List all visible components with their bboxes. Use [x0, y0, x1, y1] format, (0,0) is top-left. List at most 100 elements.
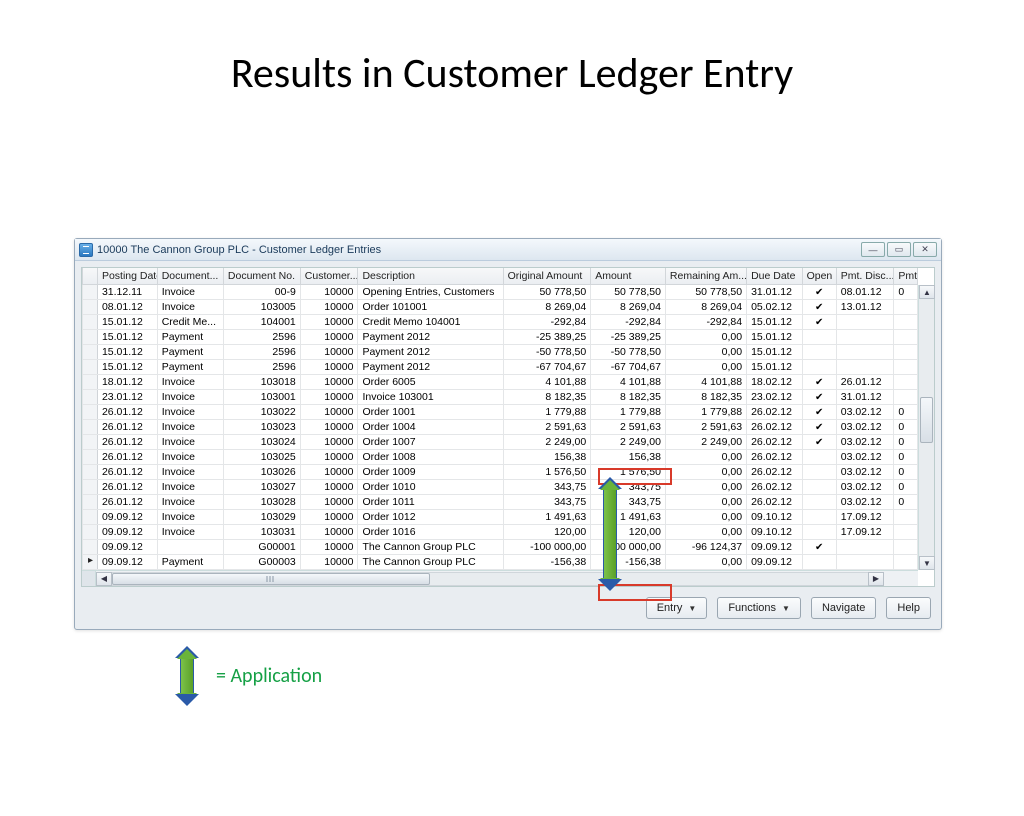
cell[interactable]: 0,00 — [665, 480, 746, 495]
cell[interactable]: 0,00 — [665, 495, 746, 510]
cell[interactable]: 26.02.12 — [747, 405, 803, 420]
table-row[interactable]: 15.01.12Payment259610000Payment 2012-25 … — [83, 330, 918, 345]
cell[interactable]: -292,84 — [591, 315, 666, 330]
cell[interactable]: 2596 — [223, 345, 300, 360]
cell[interactable] — [894, 540, 918, 555]
cell[interactable]: 10000 — [300, 375, 358, 390]
close-button[interactable]: ✕ — [913, 242, 937, 257]
vscroll-thumb[interactable] — [920, 397, 933, 443]
table-row[interactable]: 31.12.11Invoice00-910000Opening Entries,… — [83, 285, 918, 300]
table-row[interactable]: 26.01.12Invoice10302310000Order 10042 59… — [83, 420, 918, 435]
cell[interactable] — [802, 345, 836, 360]
cell[interactable]: 26.02.12 — [747, 420, 803, 435]
cell[interactable]: 26.01.12 — [97, 420, 157, 435]
cell[interactable]: 1 779,88 — [591, 405, 666, 420]
cell[interactable] — [802, 540, 836, 555]
horizontal-scrollbar[interactable]: ◀ ▶ — [82, 570, 918, 586]
cell[interactable] — [894, 345, 918, 360]
cell[interactable]: -25 389,25 — [591, 330, 666, 345]
col-header[interactable]: Remaining Am... — [665, 268, 746, 285]
cell[interactable]: 17.09.12 — [836, 525, 894, 540]
cell[interactable]: 09.09.12 — [747, 555, 803, 570]
cell[interactable]: Payment — [157, 345, 223, 360]
cell[interactable] — [802, 300, 836, 315]
cell[interactable] — [83, 450, 98, 465]
cell[interactable]: 26.01.12 — [97, 465, 157, 480]
col-header[interactable]: Document No. — [223, 268, 300, 285]
cell[interactable]: 15.01.12 — [747, 330, 803, 345]
cell[interactable] — [894, 360, 918, 375]
ledger-grid[interactable]: Posting DateDocument...Document No.Custo… — [81, 267, 935, 587]
cell[interactable]: 03.02.12 — [836, 405, 894, 420]
col-header[interactable] — [83, 268, 98, 285]
cell[interactable] — [802, 360, 836, 375]
cell[interactable]: 0 — [894, 285, 918, 300]
cell[interactable] — [83, 480, 98, 495]
cell[interactable]: Order 1007 — [358, 435, 503, 450]
col-header[interactable]: Open — [802, 268, 836, 285]
cell[interactable]: 31.12.11 — [97, 285, 157, 300]
cell[interactable]: 08.01.12 — [836, 285, 894, 300]
vertical-scrollbar[interactable]: ▲ ▼ — [918, 285, 934, 570]
cell[interactable]: 0,00 — [665, 555, 746, 570]
table-row[interactable]: 09.09.12Invoice10302910000Order 10121 49… — [83, 510, 918, 525]
cell[interactable]: 26.02.12 — [747, 435, 803, 450]
cell[interactable]: 10000 — [300, 525, 358, 540]
cell[interactable] — [802, 555, 836, 570]
cell[interactable]: 2 249,00 — [665, 435, 746, 450]
cell[interactable]: 1 491,63 — [591, 510, 666, 525]
cell[interactable]: 15.01.12 — [747, 345, 803, 360]
table-row[interactable]: 26.01.12Invoice10302510000Order 1008156,… — [83, 450, 918, 465]
cell[interactable]: 103031 — [223, 525, 300, 540]
cell[interactable] — [83, 390, 98, 405]
cell[interactable]: Credit Memo 104001 — [358, 315, 503, 330]
cell[interactable] — [802, 465, 836, 480]
entry-button[interactable]: Entry▼ — [646, 597, 708, 619]
table-row[interactable]: 09.09.12PaymentG0000310000The Cannon Gro… — [83, 555, 918, 570]
cell[interactable] — [836, 540, 894, 555]
cell[interactable]: Order 1001 — [358, 405, 503, 420]
cell[interactable] — [83, 360, 98, 375]
cell[interactable]: Order 6005 — [358, 375, 503, 390]
cell[interactable]: Invoice — [157, 420, 223, 435]
cell[interactable]: Order 1010 — [358, 480, 503, 495]
cell[interactable]: 03.02.12 — [836, 480, 894, 495]
cell[interactable]: Invoice — [157, 300, 223, 315]
cell[interactable]: 120,00 — [503, 525, 591, 540]
cell[interactable] — [83, 300, 98, 315]
cell[interactable]: 103026 — [223, 465, 300, 480]
cell[interactable]: 1 576,50 — [503, 465, 591, 480]
cell[interactable]: 103023 — [223, 420, 300, 435]
cell[interactable]: 8 182,35 — [503, 390, 591, 405]
cell[interactable] — [83, 495, 98, 510]
cell[interactable]: Order 1009 — [358, 465, 503, 480]
cell[interactable]: 15.01.12 — [747, 315, 803, 330]
cell[interactable]: Payment 2012 — [358, 330, 503, 345]
cell[interactable] — [894, 300, 918, 315]
table-row[interactable]: 09.09.12G0000110000The Cannon Group PLC-… — [83, 540, 918, 555]
cell[interactable] — [83, 315, 98, 330]
cell[interactable]: 10000 — [300, 555, 358, 570]
cell[interactable] — [802, 480, 836, 495]
col-header[interactable]: Description — [358, 268, 503, 285]
cell[interactable]: Order 1012 — [358, 510, 503, 525]
cell[interactable]: -67 704,67 — [591, 360, 666, 375]
cell[interactable] — [83, 330, 98, 345]
cell[interactable] — [802, 405, 836, 420]
cell[interactable]: 26.01.12 — [97, 480, 157, 495]
cell[interactable]: 15.01.12 — [97, 330, 157, 345]
col-header[interactable]: Document... — [157, 268, 223, 285]
cell[interactable]: 103024 — [223, 435, 300, 450]
cell[interactable]: 10000 — [300, 300, 358, 315]
cell[interactable]: 343,75 — [503, 495, 591, 510]
cell[interactable]: 2596 — [223, 330, 300, 345]
cell[interactable]: 0 — [894, 405, 918, 420]
table-row[interactable]: 26.01.12Invoice10302710000Order 1010343,… — [83, 480, 918, 495]
cell[interactable]: 26.01.12 — [836, 375, 894, 390]
cell[interactable] — [802, 390, 836, 405]
cell[interactable]: 103025 — [223, 450, 300, 465]
cell[interactable]: Order 101001 — [358, 300, 503, 315]
cell[interactable]: 1 491,63 — [503, 510, 591, 525]
cell[interactable]: 0 — [894, 495, 918, 510]
cell[interactable] — [83, 555, 98, 570]
